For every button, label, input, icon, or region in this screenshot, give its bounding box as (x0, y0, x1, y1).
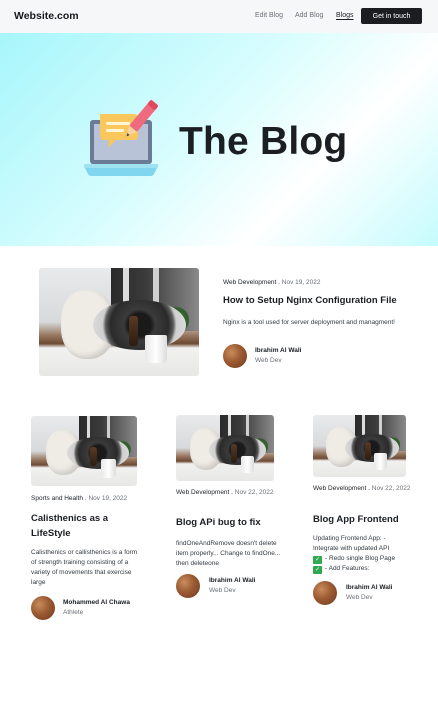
nav-link-edit-blog[interactable]: Edit Blog (255, 12, 283, 19)
post-card-category: Web Development (176, 489, 230, 496)
post-card-author-role: Web Dev (346, 594, 373, 601)
checklist-item-label: - Add Features: (325, 565, 370, 572)
featured-post-date: Nov 19, 2022 (281, 279, 321, 286)
checkbox-checked-icon: ✓ (313, 566, 322, 574)
nav-link-add-blog[interactable]: Add Blog (295, 12, 323, 19)
featured-author-role: Web Dev (255, 357, 282, 364)
post-card-title[interactable]: Blog App Frontend (313, 512, 418, 527)
top-navbar: Website.com Edit Blog Add Blog Blogs Get… (0, 0, 438, 33)
post-card-image[interactable] (313, 415, 406, 477)
featured-post-title[interactable]: How to Setup Nginx Configuration File (223, 295, 423, 306)
avatar (176, 574, 200, 598)
post-card-category: Web Development (313, 485, 367, 492)
featured-post-image[interactable] (39, 268, 199, 376)
post-card-excerpt: findOneAndRemove doesn't delete item pro… (176, 540, 281, 567)
featured-author-name: Ibrahim Al Wali (255, 347, 302, 354)
checklist-item-label: - Redo single Blog Page (325, 555, 396, 562)
post-card-excerpt-intro: Updating Frontend App: - Integrate with … (313, 535, 390, 552)
post-card-author-role: Web Dev (209, 587, 236, 594)
post-card-meta: Sports and Health . Nov 19, 2022 (31, 495, 128, 502)
post-card-meta: Web Development . Nov 22, 2022 (313, 485, 411, 492)
featured-post-meta: Web Development . Nov 19, 2022 (223, 279, 321, 286)
post-card-author-name: Ibrahim Al Wali (209, 577, 256, 584)
post-card-excerpt: Updating Frontend App: - Integrate with … (313, 534, 413, 576)
post-card-image[interactable] (176, 415, 274, 481)
nav-link-blogs[interactable]: Blogs (336, 12, 354, 19)
checkbox-checked-icon: ✓ (313, 556, 322, 564)
page-title: The Blog (179, 120, 348, 163)
checklist-item: ✓ - Add Features: (313, 564, 413, 574)
post-card-meta: Web Development . Nov 22, 2022 (176, 489, 274, 496)
checklist-item: ✓ - Redo single Blog Page (313, 554, 413, 564)
post-card-excerpt: Calisthenics or callisthenics is a form … (31, 549, 138, 586)
avatar (223, 344, 247, 368)
get-in-touch-button[interactable]: Get in touch (361, 8, 422, 24)
post-card-date: Nov 19, 2022 (88, 495, 128, 502)
hero-banner: The Blog (0, 33, 438, 246)
site-logo[interactable]: Website.com (14, 10, 79, 22)
post-card-author-name: Mohammed Al Chawa (63, 599, 130, 606)
post-card-date: Nov 22, 2022 (234, 489, 274, 496)
avatar (313, 581, 337, 605)
post-card-author-role: Athlete (63, 609, 84, 616)
avatar (31, 596, 55, 620)
post-card-title[interactable]: Calisthenics as a LifeStyle (31, 511, 141, 541)
post-card-author-name: Ibrahim Al Wali (346, 584, 393, 591)
post-card-category: Sports and Health (31, 495, 84, 502)
featured-post-category: Web Development (223, 279, 277, 286)
featured-post-excerpt: Nginx is a tool used for server deployme… (223, 319, 395, 326)
post-card-date: Nov 22, 2022 (371, 485, 411, 492)
laptop-chat-pencil-icon (84, 100, 158, 176)
post-card-image[interactable] (31, 416, 137, 486)
post-card-title[interactable]: Blog APi bug to fix (176, 515, 286, 530)
